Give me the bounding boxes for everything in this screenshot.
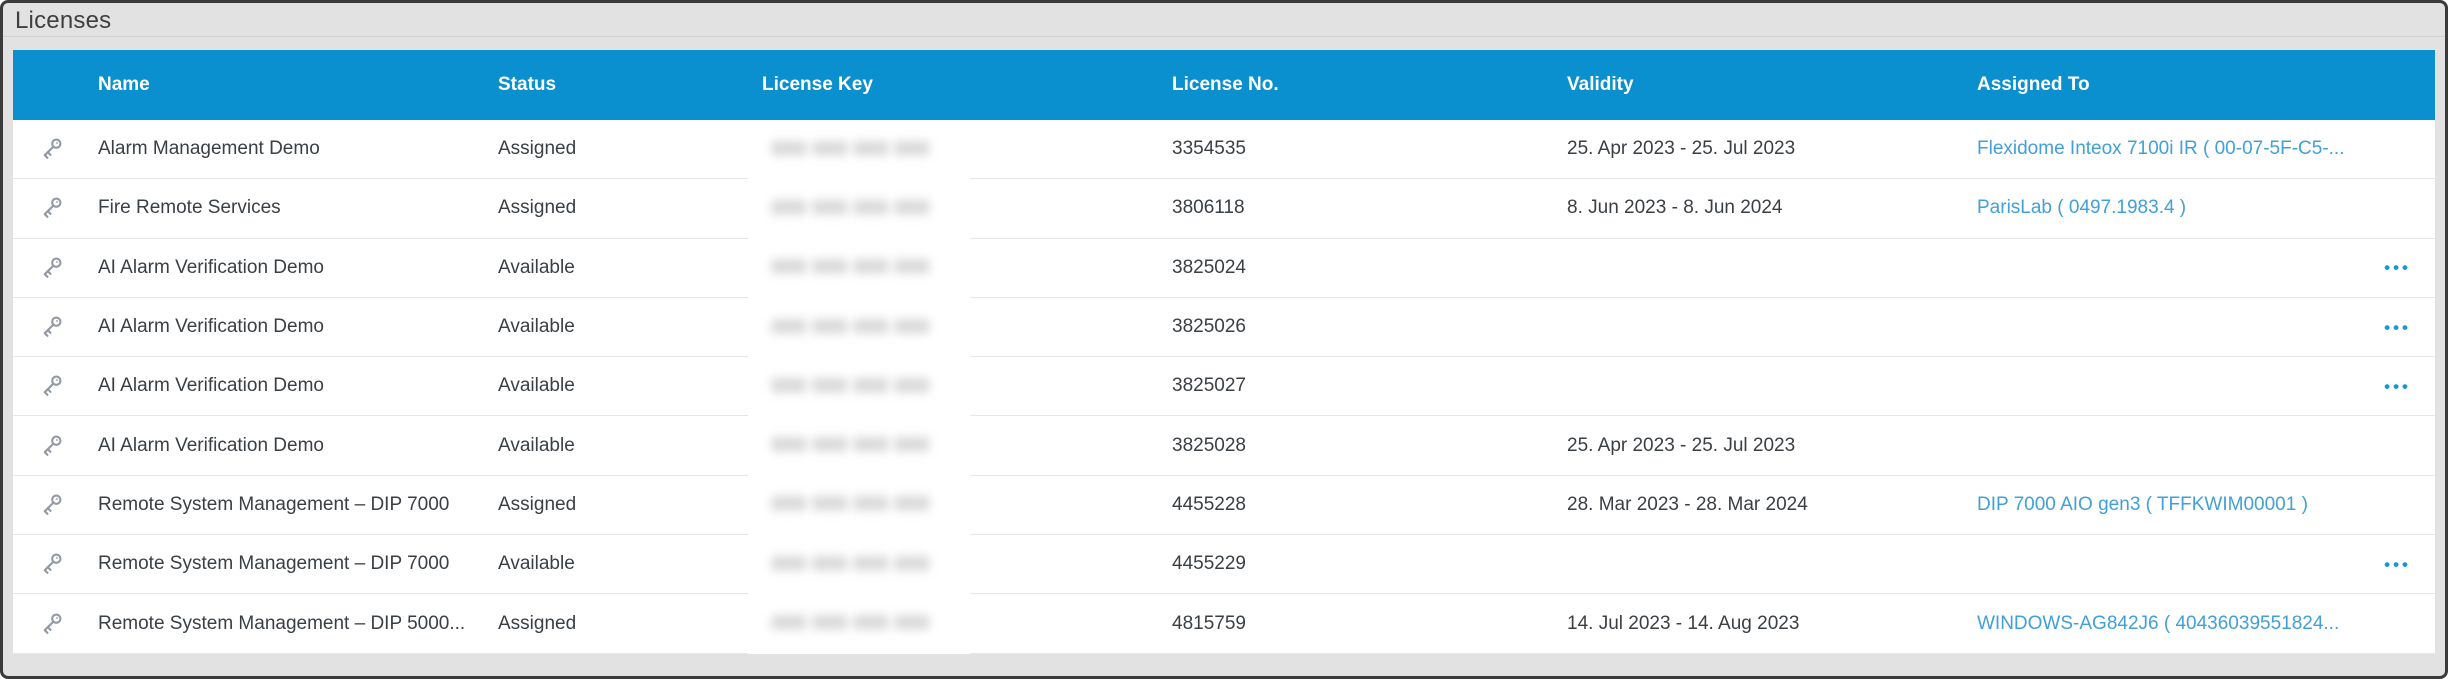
assigned-to-cell: WINDOWS-AG842J6 ( 40436039551824... bbox=[1967, 613, 2435, 635]
license-name: Remote System Management – DIP 7000 bbox=[88, 553, 488, 575]
license-key-blurred-value: 888 888 888 888 bbox=[748, 476, 970, 535]
license-key-blurred-value: 888 888 888 888 bbox=[748, 239, 970, 298]
license-key-icon bbox=[13, 312, 88, 342]
license-key-blurred-value: 888 888 888 888 bbox=[748, 179, 970, 238]
license-key-blurred-value: 888 888 888 888 bbox=[748, 298, 970, 357]
assigned-to-cell: ••• bbox=[1967, 556, 2435, 573]
table-row[interactable]: Remote System Management – DIP 5000... A… bbox=[13, 594, 2435, 653]
licenses-panel: Licenses Name Status License Key License… bbox=[0, 0, 2448, 679]
table-header-row: Name Status License Key License No. Vali… bbox=[13, 50, 2435, 120]
license-key-icon bbox=[13, 371, 88, 401]
key-icon bbox=[36, 431, 66, 461]
license-key-blurred-value: 888 888 888 888 bbox=[748, 357, 970, 416]
table-row[interactable]: Fire Remote Services Assigned 3806118 8.… bbox=[13, 179, 2435, 238]
license-validity: 28. Mar 2023 - 28. Mar 2024 bbox=[1557, 494, 1967, 516]
license-key-icon bbox=[13, 549, 88, 579]
column-header-assigned-to: Assigned To bbox=[1967, 74, 2435, 96]
assigned-to-link[interactable]: Flexidome Inteox 7100i IR ( 00-07-5F-C5-… bbox=[1977, 138, 2345, 160]
license-name: Remote System Management – DIP 5000... bbox=[88, 613, 488, 635]
assigned-to-cell: ••• bbox=[1967, 319, 2435, 336]
license-key-icon bbox=[13, 253, 88, 283]
page-title: Licenses bbox=[15, 7, 2445, 35]
key-icon bbox=[36, 253, 66, 283]
license-key-blur-overlay: 888 888 888 888888 888 888 888888 888 88… bbox=[748, 120, 970, 654]
title-bar: Licenses bbox=[3, 3, 2445, 37]
table-row[interactable]: AI Alarm Verification Demo Available 382… bbox=[13, 416, 2435, 475]
key-icon bbox=[36, 134, 66, 164]
license-name: Alarm Management Demo bbox=[88, 138, 488, 160]
license-status: Available bbox=[488, 435, 752, 457]
license-validity: 8. Jun 2023 - 8. Jun 2024 bbox=[1557, 197, 1967, 219]
license-number: 4455229 bbox=[1162, 553, 1557, 575]
table-row[interactable]: AI Alarm Verification Demo Available 382… bbox=[13, 298, 2435, 357]
key-icon bbox=[36, 549, 66, 579]
license-number: 3825026 bbox=[1162, 316, 1557, 338]
column-header-name: Name bbox=[88, 74, 488, 96]
license-name: Fire Remote Services bbox=[88, 197, 488, 219]
row-more-options-icon[interactable]: ••• bbox=[2384, 378, 2411, 395]
license-key-icon bbox=[13, 431, 88, 461]
row-more-options-icon[interactable]: ••• bbox=[2384, 259, 2411, 276]
column-header-status: Status bbox=[488, 74, 752, 96]
license-name: AI Alarm Verification Demo bbox=[88, 375, 488, 397]
license-validity: 14. Jul 2023 - 14. Aug 2023 bbox=[1557, 613, 1967, 635]
key-icon bbox=[36, 371, 66, 401]
assigned-to-cell: ••• bbox=[1967, 259, 2435, 276]
assigned-to-cell: DIP 7000 AIO gen3 ( TFFKWIM00001 ) bbox=[1967, 494, 2435, 516]
license-key-blurred-value: 888 888 888 888 bbox=[748, 535, 970, 594]
key-icon bbox=[36, 609, 66, 639]
license-number: 4455228 bbox=[1162, 494, 1557, 516]
license-number: 3825028 bbox=[1162, 435, 1557, 457]
license-key-icon bbox=[13, 490, 88, 520]
license-number: 4815759 bbox=[1162, 613, 1557, 635]
license-status: Assigned bbox=[488, 138, 752, 160]
assigned-to-link[interactable]: WINDOWS-AG842J6 ( 40436039551824... bbox=[1977, 613, 2339, 635]
license-status: Assigned bbox=[488, 494, 752, 516]
license-number: 3825024 bbox=[1162, 257, 1557, 279]
license-status: Available bbox=[488, 375, 752, 397]
license-status: Available bbox=[488, 553, 752, 575]
license-key-icon bbox=[13, 609, 88, 639]
key-icon bbox=[36, 312, 66, 342]
column-header-validity: Validity bbox=[1557, 74, 1967, 96]
license-name: AI Alarm Verification Demo bbox=[88, 435, 488, 457]
license-key-icon bbox=[13, 134, 88, 164]
assigned-to-cell: Flexidome Inteox 7100i IR ( 00-07-5F-C5-… bbox=[1967, 138, 2435, 160]
license-number: 3354535 bbox=[1162, 138, 1557, 160]
license-key-blurred-value: 888 888 888 888 bbox=[748, 120, 970, 179]
license-key-icon bbox=[13, 193, 88, 223]
license-name: AI Alarm Verification Demo bbox=[88, 257, 488, 279]
assigned-to-link[interactable]: ParisLab ( 0497.1983.4 ) bbox=[1977, 197, 2186, 219]
license-validity: 25. Apr 2023 - 25. Jul 2023 bbox=[1557, 435, 1967, 457]
assigned-to-link[interactable]: DIP 7000 AIO gen3 ( TFFKWIM00001 ) bbox=[1977, 494, 2308, 516]
table-body: Alarm Management Demo Assigned 3354535 2… bbox=[13, 120, 2435, 654]
license-status: Assigned bbox=[488, 613, 752, 635]
license-number: 3825027 bbox=[1162, 375, 1557, 397]
license-key-blurred-value: 888 888 888 888 bbox=[748, 416, 970, 475]
license-number: 3806118 bbox=[1162, 197, 1557, 219]
key-icon bbox=[36, 193, 66, 223]
table-row[interactable]: AI Alarm Verification Demo Available 382… bbox=[13, 357, 2435, 416]
column-header-license-key: License Key bbox=[752, 74, 1162, 96]
table-row[interactable]: Alarm Management Demo Assigned 3354535 2… bbox=[13, 120, 2435, 179]
table-row[interactable]: Remote System Management – DIP 7000 Avai… bbox=[13, 535, 2435, 594]
row-more-options-icon[interactable]: ••• bbox=[2384, 319, 2411, 336]
column-header-license-no: License No. bbox=[1162, 74, 1557, 96]
license-key-blurred-value: 888 888 888 888 bbox=[748, 594, 970, 653]
row-more-options-icon[interactable]: ••• bbox=[2384, 556, 2411, 573]
licenses-table: Name Status License Key License No. Vali… bbox=[13, 50, 2435, 654]
license-validity: 25. Apr 2023 - 25. Jul 2023 bbox=[1557, 138, 1967, 160]
license-status: Available bbox=[488, 257, 752, 279]
assigned-to-cell: ••• bbox=[1967, 378, 2435, 395]
license-status: Available bbox=[488, 316, 752, 338]
table-row[interactable]: Remote System Management – DIP 7000 Assi… bbox=[13, 476, 2435, 535]
table-row[interactable]: AI Alarm Verification Demo Available 382… bbox=[13, 239, 2435, 298]
license-status: Assigned bbox=[488, 197, 752, 219]
license-name: AI Alarm Verification Demo bbox=[88, 316, 488, 338]
key-icon bbox=[36, 490, 66, 520]
license-name: Remote System Management – DIP 7000 bbox=[88, 494, 488, 516]
assigned-to-cell: ParisLab ( 0497.1983.4 ) bbox=[1967, 197, 2435, 219]
